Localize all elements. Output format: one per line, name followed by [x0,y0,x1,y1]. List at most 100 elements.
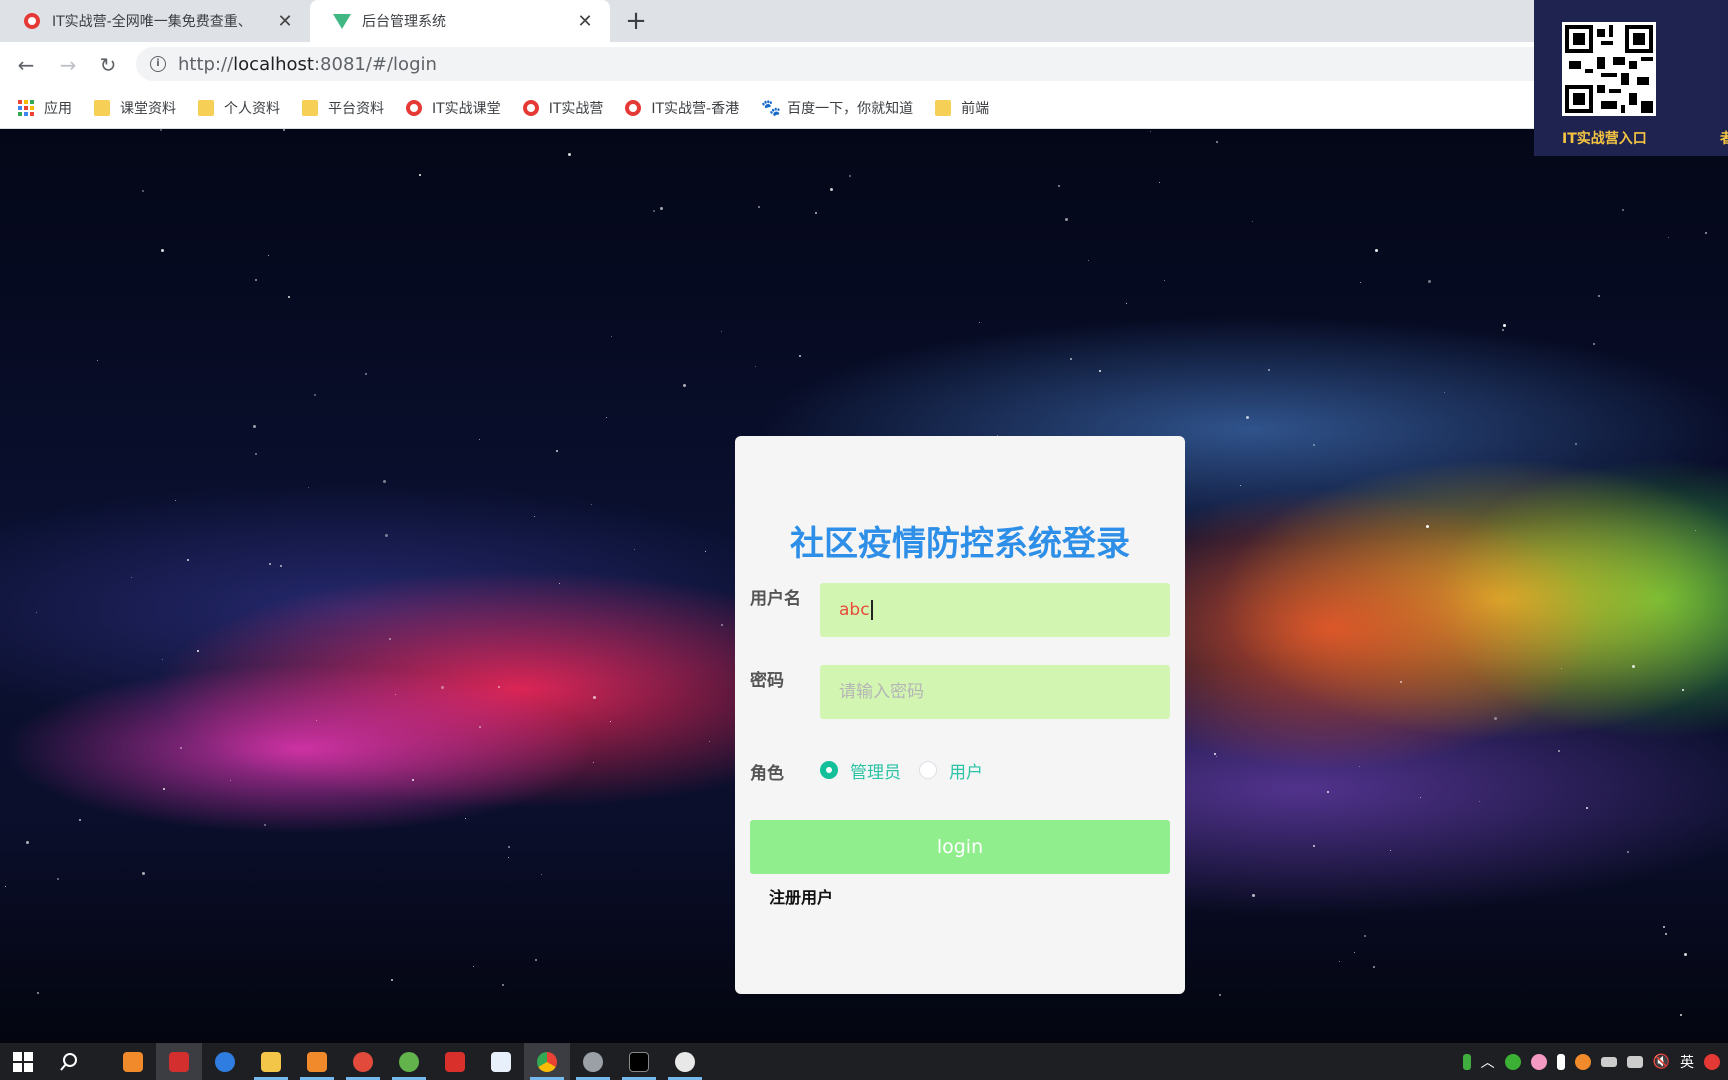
tray-app-icon[interactable] [1574,1053,1591,1070]
star [508,846,510,848]
baidu-paw-icon: 🐾 [761,97,782,117]
sogou-icon[interactable] [1704,1053,1720,1070]
microphone-icon[interactable] [1556,1053,1565,1070]
bookmark-it-camp[interactable]: IT实战营 [522,98,603,118]
taskbar-file-explorer[interactable] [248,1043,294,1080]
app-snail-icon [353,1051,373,1072]
password-placeholder: 请输入密码 [839,682,924,702]
reload-icon[interactable]: ↻ [94,51,122,79]
tab-itshizhanying[interactable]: IT实战营-全网唯一集免费查重、 ✕ [0,0,310,42]
star [412,779,414,781]
tab-admin-system[interactable]: 后台管理系统 ✕ [310,0,610,42]
star [1680,1014,1682,1016]
address-toolbar: ← → ↻ i http://localhost:8081/#/login [0,42,1728,87]
chevron-up-icon[interactable]: ︿ [1481,1052,1495,1072]
star [1058,185,1060,187]
star [163,788,165,790]
folder-icon [261,1051,281,1072]
close-tab-icon[interactable]: ✕ [576,11,594,32]
bookmark-course-material[interactable]: 课堂资料 [94,98,176,118]
role-admin-label[interactable]: 管理员 [850,758,901,783]
star [465,818,466,819]
bookmark-personal-material[interactable]: 个人资料 [198,98,280,118]
taskbar-terminal[interactable] [616,1043,662,1080]
taskbar-app-7[interactable] [386,1043,432,1080]
new-tab-button[interactable]: + [622,5,650,37]
ime-indicator[interactable]: 英 [1680,1052,1694,1072]
forward-arrow-icon[interactable]: → [54,51,82,79]
star [1339,961,1340,962]
bookmark-apps[interactable]: 应用 [18,98,72,118]
taskbar-app-2[interactable] [156,1043,202,1080]
taskbar-app-3[interactable] [202,1043,248,1080]
star [5,886,6,887]
star [26,841,29,844]
star [316,720,317,721]
flower-icon[interactable] [1530,1053,1547,1070]
search-button[interactable] [46,1043,92,1080]
taskbar-settings[interactable] [570,1043,616,1080]
battery-icon[interactable] [1462,1053,1471,1070]
role-user-radio[interactable] [919,761,937,779]
star [653,210,655,212]
text-cursor-icon [870,600,873,620]
taskbar-chat[interactable] [662,1043,708,1080]
taskbar-app-5[interactable] [294,1043,340,1080]
taskbar-app-1[interactable] [110,1043,156,1080]
star [1627,851,1629,853]
taskbar-app-6[interactable] [340,1043,386,1080]
start-button[interactable] [0,1043,46,1080]
star [473,966,474,967]
role-user-label[interactable]: 用户 [949,758,983,783]
star [57,878,59,880]
role-admin-radio[interactable] [820,761,838,779]
url-omnibox[interactable]: i http://localhost:8081/#/login [136,47,1728,81]
bookmark-it-camp-hk[interactable]: IT实战营-香港 [625,98,739,118]
tab-title: 后台管理系统 [362,14,446,30]
taskbar-wps[interactable] [432,1043,478,1080]
star [606,417,607,418]
star [634,549,635,550]
star [721,331,722,332]
bookmark-platform-material[interactable]: 平台资料 [302,98,384,118]
star [1150,131,1151,132]
app-network-icon [491,1051,511,1072]
star [37,992,39,994]
star [255,453,257,455]
username-input[interactable]: abc [820,583,1170,637]
star [264,824,266,826]
taskbar-chrome[interactable] [524,1043,570,1080]
star [1313,444,1315,446]
star [721,624,723,626]
wechat-icon[interactable] [1504,1053,1521,1070]
bookmark-it-classroom[interactable]: IT实战课堂 [406,98,501,118]
login-button[interactable]: login [750,820,1170,874]
bookmark-baidu[interactable]: 🐾 百度一下，你就知道 [761,98,913,118]
qr-caption: IT实战营入口 [1562,131,1647,147]
folder-icon [302,99,318,116]
star [498,686,500,688]
star [383,480,386,483]
power-icon[interactable] [1600,1056,1617,1067]
star [1268,369,1270,371]
star [1240,485,1241,486]
star [593,696,596,699]
wps-icon [445,1051,465,1072]
password-input[interactable]: 请输入密码 [820,665,1170,719]
star [479,439,480,440]
star [79,819,81,821]
star [799,355,801,357]
star [541,874,542,875]
register-link[interactable]: 注册用户 [769,884,833,908]
network-icon[interactable] [1626,1055,1643,1068]
site-info-icon[interactable]: i [150,56,166,72]
bookmark-frontend[interactable]: 前端 [935,98,989,118]
site-favicon-icon [406,99,422,116]
star [391,979,393,981]
search-icon [60,1052,77,1071]
close-tab-icon[interactable]: ✕ [276,11,294,32]
volume-muted-icon[interactable]: 🔇 [1653,1054,1670,1070]
taskbar-app-9[interactable] [478,1043,524,1080]
back-arrow-icon[interactable]: ← [12,51,40,79]
star [395,694,396,695]
